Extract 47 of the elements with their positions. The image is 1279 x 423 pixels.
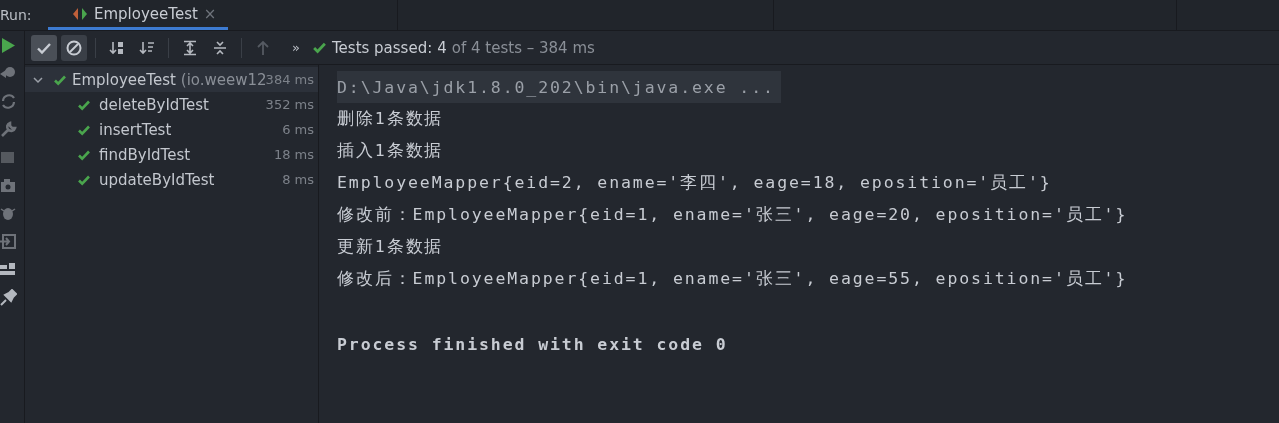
console-line: 删除1条数据 (337, 108, 445, 130)
console-line: EmployeeMapper{eid=2, ename='李四', eage=18, eposition='员工'} (337, 172, 1053, 194)
layout-icon[interactable] (0, 261, 17, 278)
console-line: 更新1条数据 (337, 236, 445, 258)
status-count: 4 (437, 38, 447, 57)
test-time: 352 ms (265, 97, 314, 112)
up-arrow-icon (255, 39, 271, 56)
run-tab[interactable]: EmployeeTest × (48, 0, 228, 30)
package-name: (io.weew12 (180, 70, 266, 89)
test-time: 6 ms (282, 122, 314, 137)
sort-icon (109, 39, 125, 56)
expand-icon (182, 39, 198, 56)
run-icon[interactable] (0, 37, 17, 54)
tree-row[interactable]: deleteByIdTest 352 ms (25, 92, 318, 117)
wrench-icon[interactable] (0, 121, 17, 138)
tree-row[interactable]: EmployeeTest (io.weew12384 ms (25, 67, 318, 92)
refresh-icon[interactable] (0, 93, 17, 110)
test-time: 8 ms (282, 172, 314, 187)
console-line: Process finished with exit code 0 (337, 333, 729, 356)
bug-icon[interactable] (0, 205, 17, 222)
test-name: deleteByIdTest (99, 95, 209, 114)
collapse-icon (212, 39, 228, 56)
pin-icon[interactable] (0, 289, 17, 306)
test-time: 18 ms (273, 147, 314, 162)
test-name: updateByIdTest (99, 170, 215, 189)
run-label: Run: (0, 6, 33, 25)
status-summary: of 4 tests – 384 ms (451, 38, 595, 57)
test-name: EmployeeTest (72, 70, 176, 89)
test-name: insertTest (99, 120, 172, 139)
more-icon[interactable]: » (292, 40, 300, 55)
test-name: findByIdTest (99, 145, 191, 164)
import-icon[interactable] (0, 233, 17, 250)
check-icon (311, 40, 327, 55)
test-time: 384 ms (265, 72, 314, 87)
sort-icon (139, 39, 155, 56)
tree-row[interactable]: insertTest 6 ms (25, 117, 318, 142)
toolbar-button[interactable] (31, 34, 57, 61)
console-line: 插入1条数据 (337, 140, 445, 162)
blocked-icon (66, 39, 82, 56)
tree-row[interactable]: findByIdTest 18 ms (25, 142, 318, 167)
console-line: 修改后：EmployeeMapper{eid=1, ename='张三', eage=55, eposition='员工'} (337, 268, 1129, 290)
camera-icon[interactable] (0, 177, 17, 194)
tree-row[interactable]: updateByIdTest 8 ms (25, 167, 318, 192)
console-line: 修改前：EmployeeMapper{eid=1, ename='张三', eage=20, eposition='员工'} (337, 204, 1129, 226)
toolbar-button[interactable] (61, 34, 87, 61)
status-label: Tests passed: (331, 38, 433, 57)
test-icon (72, 6, 88, 21)
